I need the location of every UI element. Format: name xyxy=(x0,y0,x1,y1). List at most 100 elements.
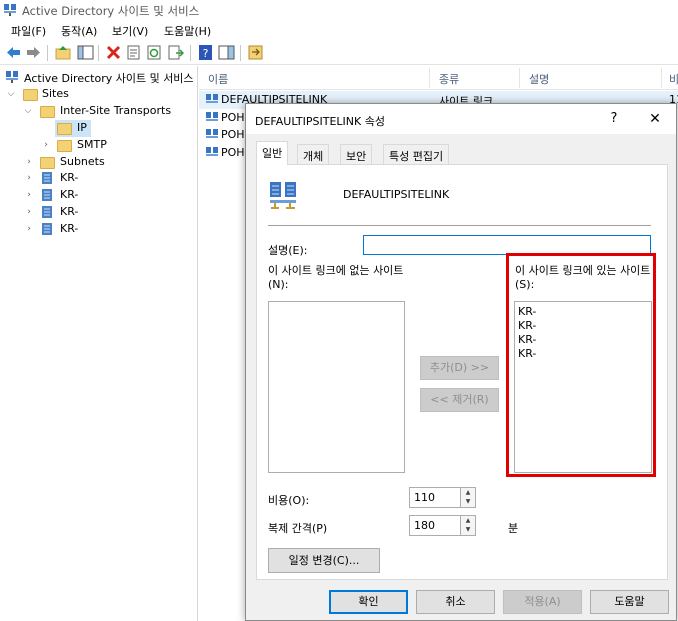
menu-action[interactable]: 동작(A) xyxy=(61,23,97,39)
column-header-cost[interactable]: 비 xyxy=(669,71,678,87)
refresh-icon[interactable] xyxy=(146,44,163,61)
action-pane-icon[interactable] xyxy=(218,44,235,61)
properties-icon[interactable] xyxy=(125,44,142,61)
tree-node-ip[interactable]: IP xyxy=(0,120,198,137)
tree-node-subnets[interactable]: › Subnets xyxy=(0,154,198,171)
column-header-name[interactable]: 이름 xyxy=(208,71,228,87)
snapin-icon[interactable] xyxy=(247,44,264,61)
list-header: 이름 종류 설명 비 xyxy=(199,66,678,90)
show-tree-icon[interactable] xyxy=(77,44,94,61)
site-link-icon xyxy=(206,94,218,103)
chevron-right-icon[interactable]: › xyxy=(41,137,51,154)
tree-node-label: KR- xyxy=(60,188,79,201)
add-site-button[interactable]: 추가(D) >> xyxy=(420,356,499,380)
cancel-button[interactable]: 취소 xyxy=(416,590,495,614)
tree-node-label: Active Directory 사이트 및 서비스 xyxy=(24,72,194,85)
interval-value: 180 xyxy=(414,519,435,532)
tree-node-site[interactable]: › KR- xyxy=(0,204,198,221)
tree-node-inter-site-transports[interactable]: ⌵ Inter-Site Transports xyxy=(0,103,198,120)
site-link-icon xyxy=(206,129,218,138)
description-input[interactable] xyxy=(363,235,651,255)
remove-site-button[interactable]: << 제거(R) xyxy=(420,388,499,412)
export-list-icon[interactable] xyxy=(167,44,184,61)
column-header-description[interactable]: 설명 xyxy=(529,71,549,87)
forward-arrow-icon[interactable] xyxy=(25,44,42,61)
column-divider[interactable] xyxy=(429,68,430,88)
menu-view[interactable]: 보기(V) xyxy=(112,23,148,39)
chevron-down-icon[interactable]: ⌵ xyxy=(6,86,16,103)
folder-icon xyxy=(40,157,55,169)
annotation-highlight-box xyxy=(506,253,656,477)
dialog-titlebar: DEFAULTIPSITELINK 속성 ? ✕ xyxy=(246,104,676,134)
chevron-right-icon[interactable]: › xyxy=(24,154,34,171)
column-divider[interactable] xyxy=(519,68,520,88)
tree-node-label: KR- xyxy=(60,205,79,218)
window-titlebar: Active Directory 사이트 및 서비스 xyxy=(0,0,678,20)
folder-icon xyxy=(40,106,55,118)
separator-line xyxy=(268,225,651,226)
cost-value: 110 xyxy=(414,491,435,504)
toolbar: ? xyxy=(0,41,678,65)
tree-node-label: SMTP xyxy=(77,138,107,151)
svg-text:?: ? xyxy=(203,47,209,60)
tree-node-site[interactable]: › KR- xyxy=(0,221,198,238)
menu-help[interactable]: 도움말(H) xyxy=(164,23,211,39)
site-link-icon xyxy=(206,147,218,156)
tree-node-site[interactable]: › KR- xyxy=(0,170,198,187)
chevron-right-icon[interactable]: › xyxy=(24,204,34,221)
back-arrow-icon[interactable] xyxy=(5,44,22,61)
ok-button[interactable]: 확인 xyxy=(329,590,408,614)
dialog-close-button[interactable]: ✕ xyxy=(643,109,667,129)
tab-security[interactable]: 보안 xyxy=(340,144,373,164)
tree-node-site[interactable]: › KR- xyxy=(0,187,198,204)
help-icon[interactable]: ? xyxy=(197,44,214,61)
ad-sites-icon xyxy=(4,4,16,16)
up-folder-icon[interactable] xyxy=(55,44,72,61)
toolbar-separator xyxy=(190,45,191,61)
column-header-type[interactable]: 종류 xyxy=(439,71,459,87)
tab-general[interactable]: 일반 xyxy=(256,141,289,165)
spin-down-icon[interactable]: ▼ xyxy=(460,497,475,507)
sites-not-in-link-label: 이 사이트 링크에 없는 사이트(N): xyxy=(268,264,404,291)
delete-icon[interactable] xyxy=(105,44,122,61)
interval-unit: 분 xyxy=(508,522,519,535)
chevron-down-icon[interactable]: ⌵ xyxy=(23,103,33,120)
row-name: POH xyxy=(221,146,245,159)
site-link-icon xyxy=(206,112,218,121)
spin-down-icon[interactable]: ▼ xyxy=(460,525,475,535)
site-icon xyxy=(42,206,52,218)
tree-node-label: KR- xyxy=(60,171,79,184)
menu-file[interactable]: 파일(F) xyxy=(11,23,46,39)
tree-node-label: Subnets xyxy=(60,155,105,168)
toolbar-separator xyxy=(47,45,48,61)
dialog-help-button[interactable]: ? xyxy=(602,109,626,129)
help-button[interactable]: 도움말 xyxy=(590,590,669,614)
object-name: DEFAULTIPSITELINK xyxy=(343,188,450,201)
menu-bar: 파일(F) 동작(A) 보기(V) 도움말(H) xyxy=(0,20,678,40)
sites-not-in-link-list[interactable] xyxy=(268,301,405,473)
description-label: 설명(E): xyxy=(268,244,308,257)
change-schedule-button[interactable]: 일정 변경(C)... xyxy=(268,548,380,573)
column-divider[interactable] xyxy=(661,68,662,88)
site-icon xyxy=(42,223,52,235)
tree-node-label: Sites xyxy=(42,87,69,100)
chevron-right-icon[interactable]: › xyxy=(24,170,34,187)
cost-label: 비용(O): xyxy=(268,494,310,507)
tree-node-root[interactable]: Active Directory 사이트 및 서비스 xyxy=(0,69,198,86)
tree-node-label: IP xyxy=(77,121,87,134)
dialog-title: DEFAULTIPSITELINK 속성 xyxy=(255,115,385,128)
row-name: POH xyxy=(221,128,245,141)
window-title: Active Directory 사이트 및 서비스 xyxy=(22,4,200,18)
tree-node-sites[interactable]: ⌵ Sites xyxy=(0,86,198,103)
cost-stepper[interactable]: 110 ▲ ▼ xyxy=(409,487,476,508)
chevron-right-icon[interactable]: › xyxy=(24,187,34,204)
chevron-right-icon[interactable]: › xyxy=(24,221,34,238)
row-name: POH xyxy=(221,111,245,124)
tab-attribute-editor[interactable]: 특성 편집기 xyxy=(383,144,450,164)
toolbar-separator xyxy=(98,45,99,61)
tree-node-label: Inter-Site Transports xyxy=(60,104,172,117)
replication-interval-stepper[interactable]: 180 ▲ ▼ xyxy=(409,515,476,536)
tree-node-smtp[interactable]: › SMTP xyxy=(0,137,198,154)
apply-button[interactable]: 적용(A) xyxy=(503,590,582,614)
tab-object[interactable]: 개체 xyxy=(297,144,330,164)
